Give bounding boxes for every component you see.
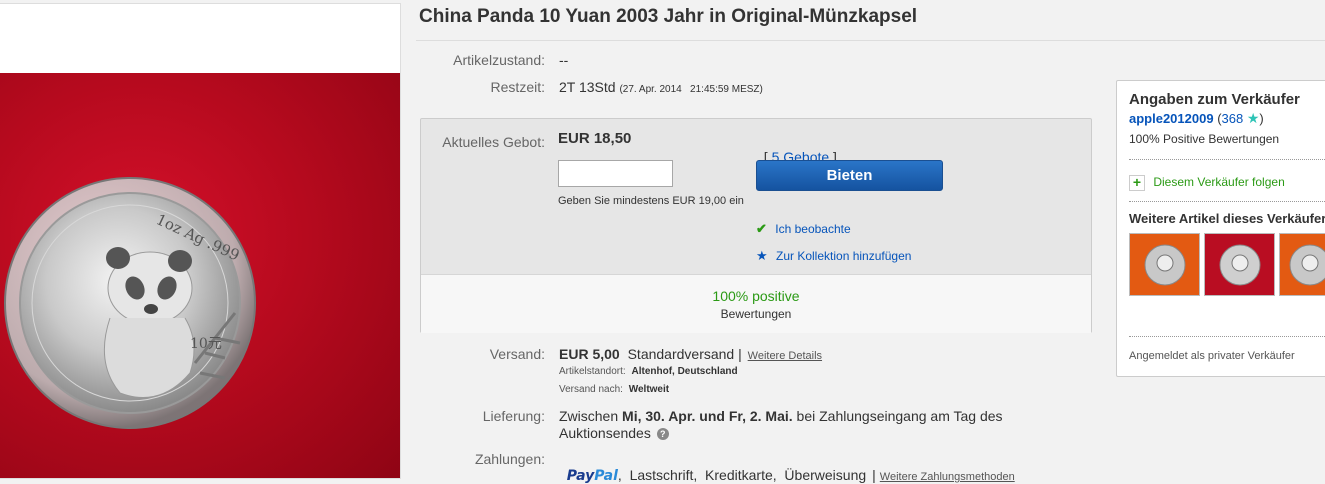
time-left-value: 2T 13Std bbox=[559, 79, 616, 95]
seller-username-link[interactable]: apple2012009 bbox=[1129, 111, 1214, 126]
seller-divider-1 bbox=[1129, 159, 1325, 160]
payment-methods: PayPal, Lastschrift, Kreditkarte, Überwe… bbox=[559, 451, 1015, 484]
related-item-image bbox=[1280, 234, 1325, 295]
star-icon: ★ bbox=[1246, 110, 1260, 126]
place-bid-button[interactable]: Bieten bbox=[756, 160, 943, 191]
seller-identity: apple2012009 (368 ★) bbox=[1129, 110, 1264, 127]
delivery-suffix: bei Zahlungseingang am Tag des bbox=[792, 408, 1003, 424]
current-bid-value: EUR 18,50 bbox=[558, 130, 632, 147]
positive-feedback-label: Bewertungen bbox=[720, 307, 792, 321]
private-seller-note: Angemeldet als privater Verkäufer bbox=[1129, 350, 1295, 362]
coin-value: 10元 bbox=[190, 336, 222, 352]
seller-divider-2 bbox=[1129, 201, 1325, 202]
related-item-image bbox=[1130, 234, 1199, 295]
ships-to-label: Versand nach: bbox=[559, 384, 623, 395]
panda-ear-left bbox=[106, 247, 130, 269]
question-icon[interactable]: ? bbox=[656, 428, 669, 441]
check-icon: ✔ bbox=[756, 221, 767, 236]
image-top-padding bbox=[0, 4, 400, 73]
bid-amount-input[interactable] bbox=[558, 160, 673, 187]
related-item-thumbnail[interactable] bbox=[1204, 233, 1275, 296]
payment-separator: | bbox=[872, 467, 876, 483]
item-location: Artikelstandort: Altenhof, Deutschland bbox=[559, 366, 738, 377]
condition-label: Artikelzustand: bbox=[453, 52, 545, 68]
paypal-logo: PayPal bbox=[567, 468, 618, 484]
item-title: China Panda 10 Yuan 2003 Jahr in Origina… bbox=[419, 6, 918, 27]
shipping-details-link[interactable]: Weitere Details bbox=[748, 350, 822, 362]
item-location-value: Altenhof, Deutschland bbox=[631, 366, 738, 377]
delivery-dates: Mi, 30. Apr. und Fr, 2. Mai. bbox=[622, 408, 793, 424]
condition-value: -- bbox=[559, 52, 569, 68]
delivery-line-2: Auktionsendes ? bbox=[559, 425, 669, 441]
star-icon: ★ bbox=[756, 248, 768, 263]
more-payment-methods-link[interactable]: Weitere Zahlungsmethoden bbox=[880, 471, 1015, 483]
delivery-line-2-text: Auktionsendes bbox=[559, 425, 651, 441]
payment-label: Zahlungen: bbox=[474, 451, 545, 467]
paypal-logo-pay: Pay bbox=[566, 468, 595, 484]
payment-methods-list: , Lastschrift, Kreditkarte, Überweisung bbox=[617, 467, 867, 483]
related-item-thumbnail[interactable] bbox=[1129, 233, 1200, 296]
shipping-label: Versand: bbox=[489, 346, 545, 362]
product-image[interactable]: 1oz Ag .999 10元 bbox=[0, 73, 400, 479]
related-item-image bbox=[1205, 234, 1274, 295]
add-to-collection-label: Zur Kollektion hinzufügen bbox=[776, 249, 912, 263]
more-items-heading: Weitere Artikel dieses Verkäufers bbox=[1129, 211, 1325, 226]
seller-score-link[interactable]: 368 bbox=[1222, 111, 1244, 126]
seller-feedback: 100% Positive Bewertungen bbox=[1129, 132, 1280, 146]
min-bid-hint: Geben Sie mindestens EUR 19,00 ein bbox=[558, 195, 744, 207]
follow-seller-label: Diesem Verkäufer folgen bbox=[1153, 175, 1285, 190]
add-to-collection-link[interactable]: ★ Zur Kollektion hinzufügen bbox=[756, 248, 911, 264]
plus-icon: + bbox=[1129, 175, 1145, 191]
panda-nose bbox=[144, 304, 158, 314]
ships-to-value: Weltweit bbox=[628, 384, 670, 395]
positive-feedback-percent: 100% positive bbox=[712, 288, 800, 304]
paypal-logo-pal: Pal bbox=[594, 468, 618, 484]
follow-seller-link[interactable]: + Diesem Verkäufer folgen bbox=[1129, 175, 1285, 191]
ships-to: Versand nach: Weltweit bbox=[559, 384, 669, 395]
watch-item-label: Ich beobachte bbox=[775, 222, 851, 236]
seller-score-close: ) bbox=[1259, 111, 1264, 126]
time-left-label: Restzeit: bbox=[490, 79, 545, 95]
shipping-cost: EUR 5,00 bbox=[559, 346, 620, 362]
time-left: 2T 13Std (27. Apr. 2014 21:45:59 MESZ) bbox=[559, 79, 763, 95]
shipping-info: EUR 5,00 Standardversand | Weitere Detai… bbox=[559, 346, 822, 362]
shipping-method: Standardversand | bbox=[627, 346, 742, 362]
title-divider bbox=[416, 40, 1325, 41]
seller-score-open: ( bbox=[1213, 111, 1222, 126]
item-location-label: Artikelstandort: bbox=[559, 366, 626, 377]
seller-heading: Angaben zum Verkäufer bbox=[1129, 91, 1300, 108]
delivery-label: Lieferung: bbox=[482, 408, 545, 424]
auction-end-time: (27. Apr. 2014 21:45:59 MESZ) bbox=[619, 84, 763, 95]
current-bid-label: Aktuelles Gebot: bbox=[442, 134, 545, 150]
watch-item-link[interactable]: ✔ Ich beobachte bbox=[756, 221, 851, 237]
seller-divider-3 bbox=[1129, 336, 1325, 337]
delivery-line-1: Zwischen Mi, 30. Apr. und Fr, 2. Mai. be… bbox=[559, 408, 1003, 424]
panda-ear-right bbox=[168, 250, 192, 272]
product-image-frame[interactable]: 1oz Ag .999 10元 bbox=[0, 3, 401, 479]
delivery-prefix: Zwischen bbox=[559, 408, 623, 424]
related-item-thumbnail[interactable] bbox=[1279, 233, 1325, 296]
